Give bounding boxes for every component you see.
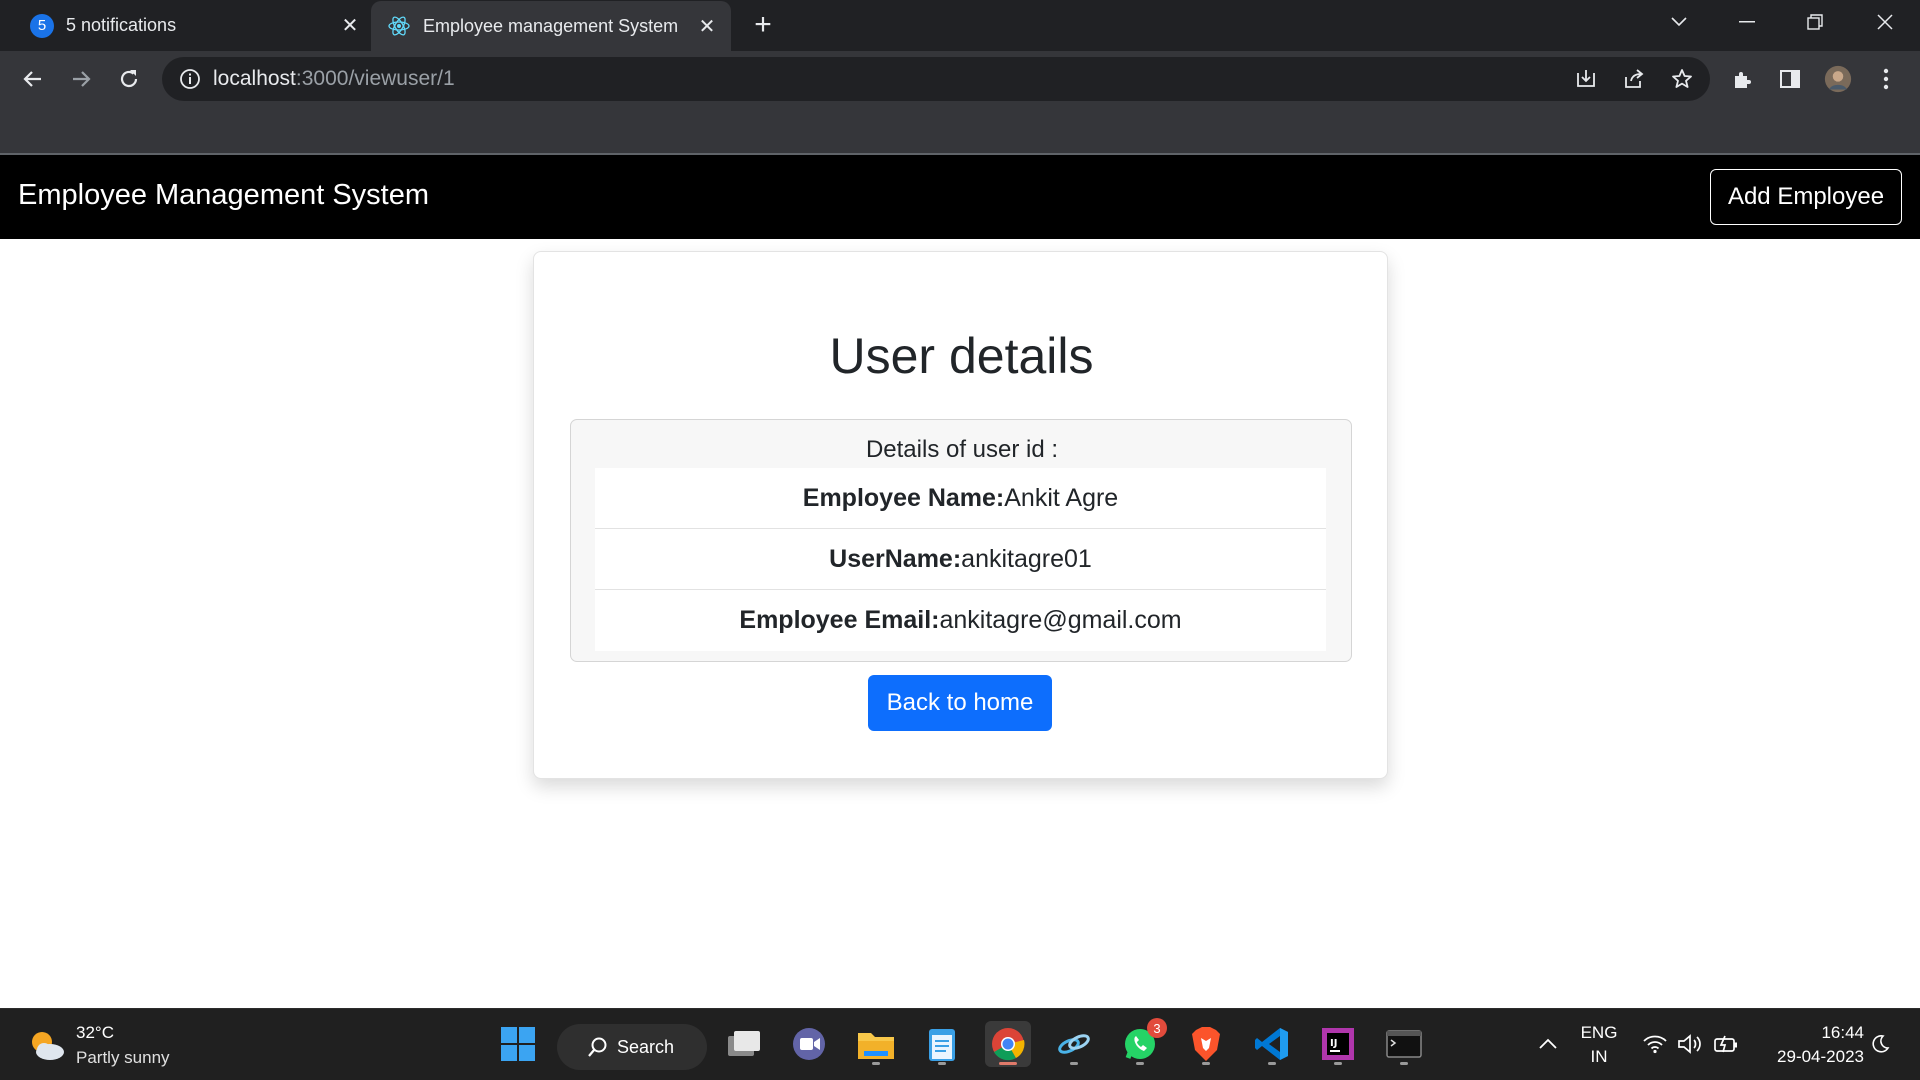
terminal-icon[interactable] [1381,1021,1427,1067]
list-item-username: UserName: ankitagre01 [595,529,1326,590]
running-indicator [1400,1062,1408,1065]
running-indicator [1136,1062,1144,1065]
weather-partly-sunny-icon[interactable] [26,1027,66,1065]
chevron-up-icon[interactable] [1524,1021,1572,1067]
language-indicator[interactable]: ENG [1578,1023,1620,1043]
field-value: Ankit Agre [1004,483,1119,512]
extensions-icon[interactable] [1729,65,1757,93]
clock-time[interactable]: 16:44 [1752,1023,1864,1043]
url-host: localhost [213,67,296,90]
tab-title: Employee management System [423,15,679,36]
tab-title: 5 notifications [66,15,177,35]
field-value: ankitagre01 [961,544,1092,573]
field-label: UserName: [829,544,962,573]
notepad-icon[interactable] [919,1021,965,1067]
link-app-icon[interactable] [1051,1021,1097,1067]
details-list: Employee Name: Ankit Agre UserName: ankita… [595,468,1326,651]
vscode-icon[interactable] [1249,1021,1295,1067]
running-indicator [1070,1062,1078,1065]
field-value: ankitagre@gmail.com [939,606,1182,634]
url-path: :3000/viewuser/1 [295,67,455,90]
search-icon [588,1037,607,1057]
do-not-disturb-moon-icon[interactable] [1860,1021,1900,1067]
clock-date[interactable]: 29-04-2023 [1752,1047,1864,1067]
weather-description[interactable]: Partly sunny [76,1048,170,1068]
back-to-home-button[interactable]: Back to home [868,675,1052,731]
battery-charging-icon[interactable] [1702,1021,1750,1067]
app-navbar: Employee Management System Add Employee [0,155,1920,239]
details-panel: Details of user id : Employee Name: Ankit… [570,419,1352,662]
running-indicator [1334,1062,1342,1065]
region-indicator[interactable]: IN [1578,1047,1620,1067]
forward-arrow-icon[interactable] [63,61,99,97]
menu-kebab-icon[interactable] [1872,65,1900,93]
share-icon[interactable] [1622,67,1646,91]
back-arrow-icon[interactable] [15,61,51,97]
running-indicator [938,1062,946,1065]
close-window-button[interactable] [1852,0,1918,44]
running-indicator [999,1062,1017,1065]
file-explorer-icon[interactable] [853,1021,899,1067]
close-icon[interactable]: ✕ [338,14,362,38]
address-bar[interactable]: localhost:3000/viewuser/1 [162,57,1710,101]
install-app-icon[interactable] [1574,67,1598,91]
list-item-employee-email: Employee Email: ankitagre@gmail.com [595,590,1326,651]
tab-employee-management[interactable]: Employee management System ✕ [371,1,731,51]
running-indicator [1268,1062,1276,1065]
browser-toolbar: localhost:3000/viewuser/1 [0,51,1920,155]
taskbar: 32°C Partly sunny Search 3 IJ ENG IN 16:… [0,1008,1920,1080]
react-icon [388,16,410,36]
field-label: Employee Email: [739,606,940,634]
side-panel-icon[interactable] [1776,65,1804,93]
taskbar-search[interactable]: Search [557,1024,707,1070]
windows-start-icon[interactable] [495,1021,541,1067]
reload-icon[interactable] [111,61,147,97]
intellij-icon[interactable]: IJ [1315,1021,1361,1067]
bookmark-star-icon[interactable] [1670,67,1694,91]
tab-notifications[interactable]: 5 5 notifications ✕ [14,0,374,51]
page-title: User details [829,328,1094,384]
unread-badge: 3 [1147,1018,1167,1038]
weather-temperature[interactable]: 32°C [76,1023,114,1043]
field-label: Employee Name: [802,483,1005,512]
browser-tab-strip: 5 5 notifications ✕ Employee management … [0,0,1920,51]
info-icon[interactable] [178,67,202,91]
profile-avatar[interactable] [1824,65,1852,93]
brave-browser-icon[interactable] [1183,1021,1229,1067]
search-label: Search [617,1036,675,1057]
close-icon[interactable]: ✕ [695,14,719,38]
new-tab-button[interactable]: + [748,10,778,40]
notification-badge: 5 [30,13,54,38]
restore-button[interactable] [1782,0,1848,44]
minimize-button[interactable] [1714,0,1780,44]
tab-search-icon[interactable] [1646,0,1712,44]
running-indicator [1202,1062,1210,1065]
svg-text:IJ: IJ [1330,1038,1337,1049]
whatsapp-icon[interactable]: 3 [1117,1018,1167,1067]
teams-chat-icon[interactable] [786,1021,832,1067]
user-details-card: User details Details of user id : Employ… [533,251,1388,779]
task-view-icon[interactable] [721,1021,767,1067]
details-header: Details of user id : [865,436,1059,463]
chrome-icon[interactable] [985,1021,1031,1067]
brand-title[interactable]: Employee Management System [18,179,429,212]
list-item-employee-name: Employee Name: Ankit Agre [595,468,1326,529]
url-text: localhost:3000/viewuser/1 [213,67,455,91]
running-indicator [872,1062,880,1065]
add-employee-button[interactable]: Add Employee [1710,169,1902,225]
